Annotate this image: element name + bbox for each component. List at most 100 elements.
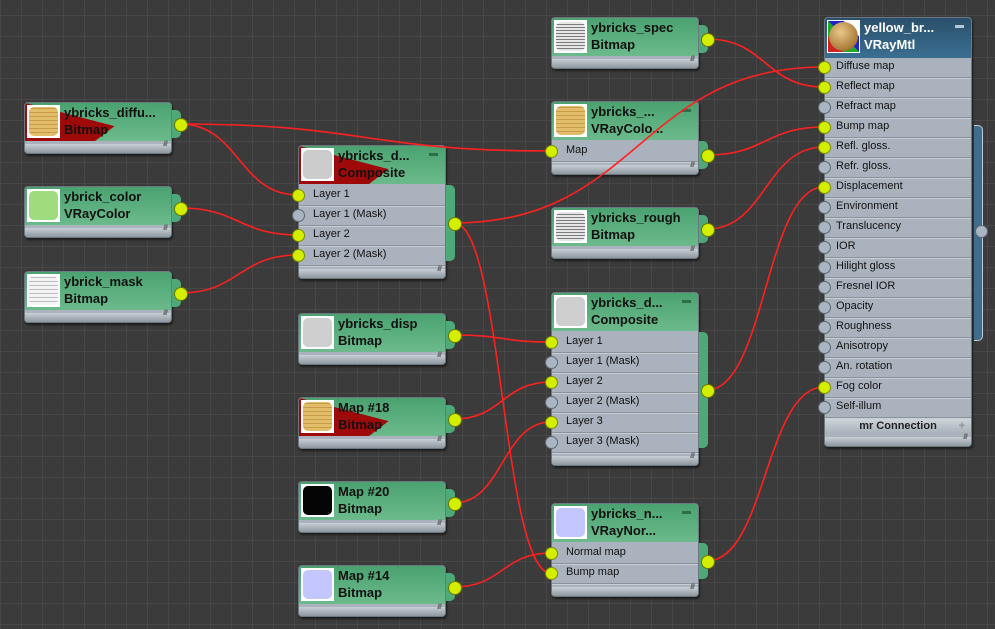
input-socket[interactable] (818, 81, 831, 94)
input-slot[interactable]: Reflect map (825, 77, 971, 98)
minimize-button[interactable] (682, 511, 691, 514)
input-socket[interactable] (818, 321, 831, 334)
output-socket[interactable] (448, 217, 462, 231)
wire-map14-to-vnorm-Normal-map[interactable] (453, 552, 552, 588)
wire-vnorm-to-mtl-Fog-color[interactable] (706, 386, 825, 562)
node-comp2[interactable]: ybricks_d... Composite Layer 1 Layer 1 (Mas… (551, 292, 708, 466)
input-slot[interactable]: Diffuse map (825, 57, 971, 78)
input-slot[interactable]: Layer 2 (Mask) (299, 245, 445, 266)
output-socket[interactable] (448, 497, 462, 511)
input-slot[interactable]: Layer 2 (Mask) (552, 392, 698, 413)
node-resize-grip[interactable] (552, 246, 698, 258)
wire-diffuse-to-comp1-Layer-1[interactable] (179, 123, 299, 196)
wire-mask-to-comp1-Layer-2-Mask-[interactable] (179, 254, 299, 294)
node-rough[interactable]: ybricks_rough Bitmap (551, 207, 708, 259)
node-map20[interactable]: Map #20 Bitmap (298, 481, 455, 533)
input-socket[interactable] (818, 261, 831, 274)
input-slot[interactable]: Roughness (825, 317, 971, 338)
input-socket[interactable] (818, 121, 831, 134)
minimize-button[interactable] (682, 300, 691, 303)
input-slot[interactable]: Refr. gloss. (825, 157, 971, 178)
input-socket[interactable] (292, 229, 305, 242)
input-slot[interactable]: Hilight gloss (825, 257, 971, 278)
node-resize-grip[interactable] (825, 434, 971, 446)
minimize-button[interactable] (955, 25, 964, 28)
output-socket[interactable] (701, 555, 715, 569)
wire-rough-to-mtl-Refl-gloss-[interactable] (706, 146, 825, 230)
mr-connection-bar[interactable]: mr Connection + (825, 419, 971, 433)
node-spec[interactable]: ybricks_spec Bitmap (551, 17, 708, 69)
node-vnorm[interactable]: ybricks_n... VRayNor... Normal map Bump map (551, 503, 708, 597)
output-socket[interactable] (448, 581, 462, 595)
node-vcc[interactable]: ybricks_... VRayColo... Map (551, 101, 708, 175)
input-slot[interactable]: Translucency (825, 217, 971, 238)
output-socket[interactable] (701, 33, 715, 47)
output-socket[interactable] (448, 329, 462, 343)
wire-map20-to-comp2-Layer-3[interactable] (453, 421, 552, 504)
input-socket[interactable] (818, 61, 831, 74)
input-socket[interactable] (292, 249, 305, 262)
output-socket[interactable] (174, 287, 188, 301)
node-resize-grip[interactable] (552, 453, 698, 465)
input-slot[interactable]: Map (552, 141, 698, 162)
input-socket[interactable] (818, 381, 831, 394)
node-resize-grip[interactable] (299, 436, 445, 448)
wire-comp1-to-vnorm-Bump-map[interactable] (453, 222, 552, 574)
node-color[interactable]: ybrick_color VRayColor (24, 186, 181, 238)
input-slot[interactable]: Layer 2 (299, 225, 445, 246)
input-slot[interactable]: Layer 1 (Mask) (299, 205, 445, 226)
output-socket[interactable] (174, 202, 188, 216)
input-socket[interactable] (292, 189, 305, 202)
output-socket[interactable] (701, 149, 715, 163)
node-resize-grip[interactable] (25, 141, 171, 153)
output-socket[interactable] (448, 413, 462, 427)
output-socket[interactable] (701, 384, 715, 398)
wire-disp-to-comp2-Layer-1[interactable] (453, 334, 552, 343)
output-socket[interactable] (174, 118, 188, 132)
input-slot[interactable]: Layer 3 (552, 412, 698, 433)
input-slot[interactable]: Refract map (825, 97, 971, 118)
node-map14[interactable]: Map #14 Bitmap (298, 565, 455, 617)
node-resize-grip[interactable] (552, 56, 698, 68)
wire-color-to-comp1-Layer-2[interactable] (179, 207, 299, 236)
input-socket[interactable] (818, 181, 831, 194)
wire-vcc-to-mtl-Bump-map[interactable] (706, 126, 825, 156)
input-socket[interactable] (818, 401, 831, 414)
input-slot[interactable]: Self-illum (825, 397, 971, 418)
input-socket[interactable] (818, 141, 831, 154)
node-diffuse[interactable]: ybricks_diffu... Bitmap (24, 102, 181, 154)
node-mask[interactable]: ybrick_mask Bitmap (24, 271, 181, 323)
input-socket[interactable] (818, 341, 831, 354)
input-slot[interactable]: Fresnel IOR (825, 277, 971, 298)
input-socket[interactable] (818, 201, 831, 214)
input-slot[interactable]: Bump map (552, 563, 698, 584)
minimize-button[interactable] (429, 153, 438, 156)
node-resize-grip[interactable] (25, 310, 171, 322)
input-slot[interactable]: Environment (825, 197, 971, 218)
input-socket[interactable] (818, 161, 831, 174)
node-resize-grip[interactable] (552, 584, 698, 596)
input-slot[interactable]: Layer 3 (Mask) (552, 432, 698, 453)
input-slot[interactable]: Refl. gloss. (825, 137, 971, 158)
input-socket[interactable] (818, 221, 831, 234)
input-socket[interactable] (818, 101, 831, 114)
input-socket[interactable] (545, 547, 558, 560)
input-slot[interactable]: Fog color (825, 377, 971, 398)
node-resize-grip[interactable] (299, 266, 445, 278)
minimize-button[interactable] (682, 109, 691, 112)
input-socket[interactable] (545, 396, 558, 409)
node-resize-grip[interactable] (552, 162, 698, 174)
input-socket[interactable] (818, 281, 831, 294)
input-slot[interactable]: Layer 1 (299, 185, 445, 206)
input-socket[interactable] (545, 567, 558, 580)
node-resize-grip[interactable] (299, 520, 445, 532)
input-socket[interactable] (818, 241, 831, 254)
node-comp1[interactable]: ybricks_d... Composite Layer 1 Layer 1 (Mas… (298, 145, 455, 279)
input-slot[interactable]: Anisotropy (825, 337, 971, 358)
node-resize-grip[interactable] (299, 604, 445, 616)
input-socket[interactable] (545, 145, 558, 158)
wire-spec-to-mtl-Reflect-map[interactable] (706, 38, 825, 88)
input-slot[interactable]: Normal map (552, 543, 698, 564)
output-socket[interactable] (701, 223, 715, 237)
input-socket[interactable] (545, 436, 558, 449)
